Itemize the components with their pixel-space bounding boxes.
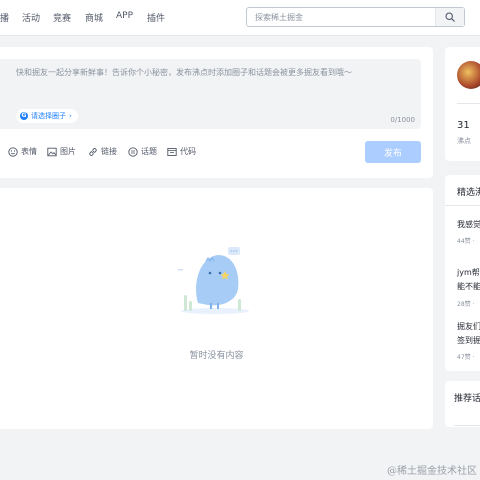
recommended-topics-divider (454, 425, 480, 426)
profile-divider (457, 103, 480, 104)
top-nav: 播 活动 竞赛 商城 APP 插件 (0, 0, 480, 36)
pin-composer: 快和掘友一起分享新鲜事！告诉你个小秘密，发布沸点时添加圈子和话题会被更多掘友看到… (0, 47, 433, 178)
pin-count-label: 沸点 (457, 137, 471, 145)
search-input[interactable] (247, 8, 437, 26)
topic-icon (128, 146, 138, 157)
char-count: 0/1000 (390, 116, 415, 124)
pin-count[interactable]: 31 (457, 120, 470, 131)
list-item[interactable]: jym帮 (457, 266, 480, 280)
avatar[interactable] (457, 61, 480, 89)
pin-feed: 暂时没有内容 (0, 188, 433, 429)
textarea-placeholder: 快和掘友一起分享新鲜事！告诉你个小秘密，发布沸点时添加圈子和话题会被更多掘友看到… (16, 68, 352, 77)
list-item-line2[interactable]: 签到掘 (457, 334, 480, 348)
emoji-label: 表情 (21, 147, 37, 156)
nav-item-contests[interactable]: 竞赛 (53, 11, 71, 24)
topic-button[interactable]: 话题 (128, 146, 157, 157)
recommended-topics-card: 推荐话 (445, 381, 480, 427)
select-circle-label: 请选择圈子 (31, 112, 66, 120)
selected-pins-card: 精选沸 我感觉 44赞 · jym帮 能不能 28赞 · 掘友们 签到掘 47赞… (445, 175, 480, 371)
selected-pins-divider (445, 205, 480, 206)
search-box (246, 7, 465, 27)
image-button[interactable]: 图片 (47, 146, 76, 157)
chevron-right-icon: › (69, 112, 72, 120)
code-button[interactable]: 代码 (167, 146, 196, 157)
nav-item-plugins[interactable]: 插件 (147, 11, 165, 24)
nav-item-app[interactable]: APP (116, 11, 133, 21)
publish-button[interactable]: 发布 (365, 141, 421, 163)
pin-textarea[interactable]: 快和掘友一起分享新鲜事！告诉你个小秘密，发布沸点时添加圈子和话题会被更多掘友看到… (0, 59, 421, 129)
link-label: 链接 (101, 147, 117, 156)
list-item-meta: 47赞 · (457, 354, 475, 361)
link-button[interactable]: 链接 (88, 146, 117, 157)
list-item-line2[interactable]: 能不能 (457, 280, 480, 294)
nav-item-mall[interactable]: 商城 (85, 11, 103, 24)
emoji-button[interactable]: 表情 (8, 146, 37, 157)
image-label: 图片 (60, 147, 76, 156)
search-icon (445, 12, 455, 22)
search-button[interactable] (435, 8, 464, 26)
watermark: @稀土掘金技术社区 (387, 466, 477, 477)
emoji-icon (8, 146, 18, 157)
empty-state-text: 暂时没有内容 (189, 351, 244, 361)
empty-state-illustration (178, 247, 249, 314)
circle-icon: G (20, 112, 28, 120)
selected-pins-title: 精选沸 (457, 188, 480, 198)
list-item-meta: 44赞 · (457, 238, 475, 245)
nav-item-live[interactable]: 播 (0, 11, 9, 24)
topic-label: 话题 (141, 147, 157, 156)
select-circle-button[interactable]: G 请选择圈子 › (16, 109, 78, 123)
code-icon (167, 147, 177, 156)
list-item[interactable]: 我感觉 (457, 218, 480, 232)
code-label: 代码 (180, 147, 196, 156)
list-item[interactable]: 掘友们 (457, 320, 480, 334)
nav-item-events[interactable]: 活动 (22, 11, 40, 24)
image-icon (47, 147, 57, 156)
list-item-meta: 28赞 · (457, 301, 475, 308)
link-icon (89, 147, 97, 156)
recommended-topics-title: 推荐话 (454, 394, 480, 404)
